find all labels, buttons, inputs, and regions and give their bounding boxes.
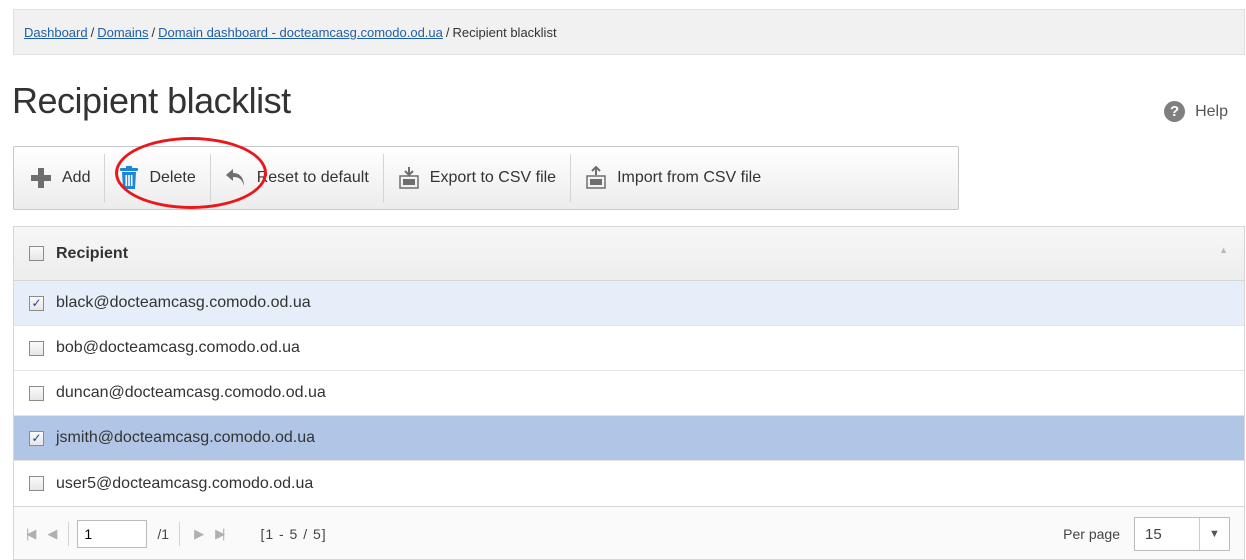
table-row[interactable]: ✓ black@docteamcasg.comodo.od.ua (14, 281, 1244, 326)
help-label: Help (1195, 102, 1228, 120)
pager: |◀ ◀ /1 ▶ ▶| [1 - 5 / 5] Per page 15 ▼ (14, 506, 1244, 559)
pager-divider (179, 521, 181, 546)
breadcrumb-dashboard-link[interactable]: Dashboard (24, 25, 88, 40)
table-row[interactable]: user5@docteamcasg.comodo.od.ua (14, 461, 1244, 506)
table-row[interactable]: duncan@docteamcasg.comodo.od.ua (14, 371, 1244, 416)
add-label: Add (62, 169, 91, 186)
breadcrumb-domain-dashboard-link[interactable]: Domain dashboard - docteamcasg.comodo.od… (158, 25, 443, 40)
breadcrumb-separator: / (151, 25, 156, 40)
trash-icon (120, 166, 139, 189)
table-row[interactable]: bob@docteamcasg.comodo.od.ua (14, 326, 1244, 371)
record-range: [1 - 5 / 5] (260, 525, 327, 542)
first-page-icon[interactable]: |◀ (26, 526, 37, 542)
per-page-value: 15 (1145, 525, 1162, 543)
per-page-label: Per page (1063, 526, 1120, 542)
last-page-icon[interactable]: ▶| (215, 526, 226, 542)
row-checkbox[interactable] (29, 476, 44, 491)
page-number-input[interactable] (77, 519, 148, 548)
delete-button[interactable]: Delete (105, 154, 211, 202)
csv-export-icon (399, 167, 419, 189)
import-label: Import from CSV file (617, 169, 762, 186)
reset-label: Reset to default (256, 169, 369, 186)
breadcrumb: Dashboard / Domains / Domain dashboard - doc… (13, 9, 1245, 55)
recipient-email: jsmith@docteamcasg.comodo.od.ua (56, 429, 316, 446)
sort-ascending-icon[interactable]: ▲ (1219, 245, 1228, 255)
grid-header: Recipient ▲ (14, 227, 1244, 281)
add-button[interactable]: Add (14, 154, 106, 202)
delete-label: Delete (149, 169, 196, 186)
pager-divider (68, 521, 70, 546)
row-checkbox[interactable]: ✓ (29, 430, 44, 446)
export-label: Export to CSV file (429, 169, 557, 186)
total-pages: /1 (157, 525, 170, 542)
plus-icon (31, 168, 51, 188)
next-page-icon[interactable]: ▶ (194, 526, 204, 542)
help-icon: ? (1164, 101, 1186, 122)
csv-import-icon (586, 166, 606, 189)
row-checkbox[interactable]: ✓ (29, 295, 44, 311)
recipient-email: duncan@docteamcasg.comodo.od.ua (56, 384, 326, 401)
help-link[interactable]: ? Help (1164, 101, 1228, 122)
row-checkbox[interactable] (29, 340, 44, 356)
breadcrumb-separator: / (445, 25, 450, 40)
page-title: Recipient blacklist (12, 80, 291, 121)
recipient-email: user5@docteamcasg.comodo.od.ua (56, 474, 314, 492)
recipient-email: black@docteamcasg.comodo.od.ua (56, 294, 311, 311)
toolbar: Add Delete Reset to default Export to CS… (13, 146, 959, 210)
breadcrumb-domains-link[interactable]: Domains (97, 25, 148, 40)
breadcrumb-current: Recipient blacklist (452, 25, 557, 40)
export-csv-button[interactable]: Export to CSV file (384, 154, 572, 202)
import-csv-button[interactable]: Import from CSV file (571, 154, 775, 202)
per-page-select[interactable]: 15 ▼ (1134, 517, 1230, 551)
select-all-checkbox[interactable] (29, 246, 44, 261)
recipient-grid: Recipient ▲ ✓ black@docteamcasg.comodo.o… (13, 226, 1245, 560)
column-header-recipient[interactable]: Recipient (56, 245, 128, 263)
breadcrumb-separator: / (90, 25, 95, 40)
previous-page-icon[interactable]: ◀ (47, 526, 57, 542)
undo-arrow-icon (225, 169, 244, 186)
reset-to-default-button[interactable]: Reset to default (211, 154, 384, 202)
table-row[interactable]: ✓ jsmith@docteamcasg.comodo.od.ua (14, 416, 1244, 461)
chevron-down-icon[interactable]: ▼ (1199, 518, 1229, 550)
recipient-email: bob@docteamcasg.comodo.od.ua (56, 339, 300, 356)
row-checkbox[interactable] (29, 385, 44, 401)
